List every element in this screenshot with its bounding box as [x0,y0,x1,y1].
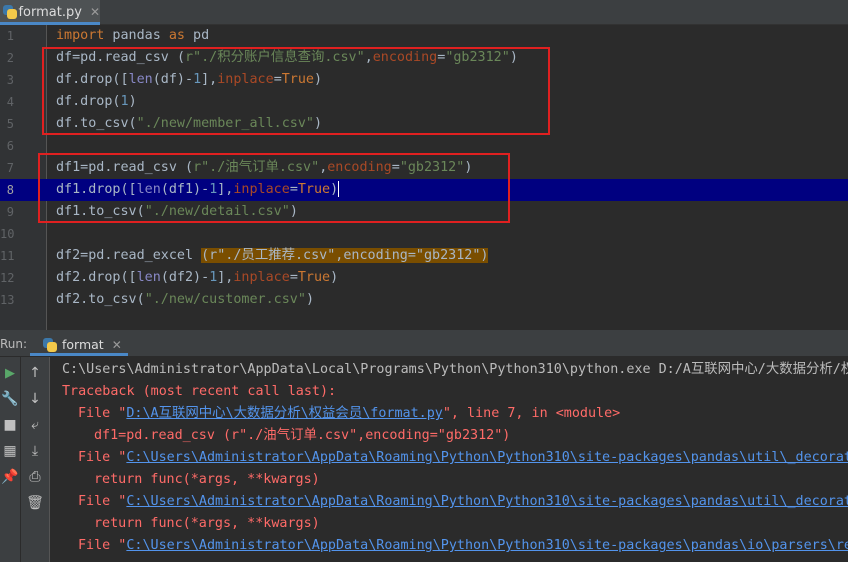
python-run-icon [43,337,57,352]
up-arrow-icon[interactable]: ↑ [25,363,45,383]
line-number: 11 [0,249,15,263]
run-label: Run: [0,337,28,351]
print-icon[interactable]: ⎙ [25,467,45,487]
code-line[interactable]: 1 import pandas as pd [0,25,848,47]
line-number: 10 [0,227,15,241]
code-text: df2.to_csv("./new/customer.csv") [56,292,314,307]
rerun-icon[interactable]: ▶ [0,363,20,383]
traceback-code: df1=pd.read_csv (r"./油气订单.csv",encoding=… [94,428,511,443]
wrench-icon[interactable]: 🔧 [0,389,20,409]
code-text: import pandas as pd [56,28,210,43]
run-toolbar-left: ▶ 🔧 ■ ▦ 📌 [0,357,21,562]
trash-icon[interactable]: 🗑 [25,493,45,513]
traceback-frame: File "C:\Users\Administrator\AppData\Roa… [78,491,848,513]
traceback-frame: File "C:\Users\Administrator\AppData\Roa… [78,447,848,469]
close-icon[interactable]: ✕ [90,5,100,19]
line-number: 8 [6,183,14,197]
down-arrow-icon[interactable]: ↓ [25,389,45,409]
line-number: 4 [6,95,14,109]
code-line[interactable]: 13 df2.to_csv("./new/customer.csv") [0,289,848,311]
run-toolbar-secondary: ↑ ↓ ⤶ ⤓ ⎙ 🗑 [21,357,50,562]
traceback-file-link[interactable]: C:\Users\Administrator\AppData\Roaming\P… [126,538,848,553]
python-file-icon [3,5,18,19]
tab-title: format.py [18,4,82,20]
close-icon[interactable]: ✕ [112,338,122,352]
line-number: 3 [6,73,14,87]
line-number: 1 [6,29,14,43]
soft-wrap-icon[interactable]: ⤶ [25,415,45,435]
code-line[interactable]: 11 df2=pd.read_excel (r"./员工推荐.csv",encod… [0,245,848,267]
traceback-code: return func(*args, **kwargs) [94,516,320,531]
run-console[interactable]: C:\Users\Administrator\AppData\Local\Pro… [50,357,848,562]
active-run-tab-indicator [30,353,128,356]
line-number: 13 [0,293,15,307]
line-number: 5 [6,117,14,131]
traceback-frame: File "C:\Users\Administrator\AppData\Roa… [78,535,848,557]
code-line[interactable]: 10 [0,223,848,245]
layout-icon[interactable]: ▦ [0,441,20,461]
editor-tab-bar: format.py ✕ [0,0,848,25]
line-number: 12 [0,271,15,285]
line-number: 2 [6,51,14,65]
annotation-box-df [42,47,550,135]
tab-format-py[interactable]: format.py ✕ [0,0,100,25]
code-text: df2=pd.read_excel (r"./员工推荐.csv",encodin… [56,248,489,263]
scroll-to-end-icon[interactable]: ⤓ [25,441,45,461]
traceback-code: return func(*args, **kwargs) [94,472,320,487]
line-number: 9 [6,205,14,219]
line-number: 6 [6,139,14,153]
annotation-box-df1 [38,153,510,223]
pin-icon[interactable]: 📌 [0,467,20,487]
console-command-line: C:\Users\Administrator\AppData\Local\Pro… [62,362,848,377]
traceback-frame: File "D:\A互联网中心\大数据分析\权益会员\format.py", l… [78,406,621,421]
code-editor[interactable]: 1 import pandas as pd 2 df=pd.read_csv (r".… [0,25,848,330]
stop-icon[interactable]: ■ [0,415,20,435]
line-number: 7 [6,161,14,175]
run-tab-title: format [62,337,104,352]
traceback-file-link[interactable]: C:\Users\Administrator\AppData\Roaming\P… [126,494,848,509]
code-line[interactable]: 12 df2.drop([len(df2)-1],inplace=True) [0,267,848,289]
traceback-header: Traceback (most recent call last): [62,384,337,399]
traceback-file-link[interactable]: C:\Users\Administrator\AppData\Roaming\P… [126,450,848,465]
traceback-file-link[interactable]: D:\A互联网中心\大数据分析\权益会员\format.py [126,406,442,421]
code-text: df2.drop([len(df2)-1],inplace=True) [56,270,339,285]
